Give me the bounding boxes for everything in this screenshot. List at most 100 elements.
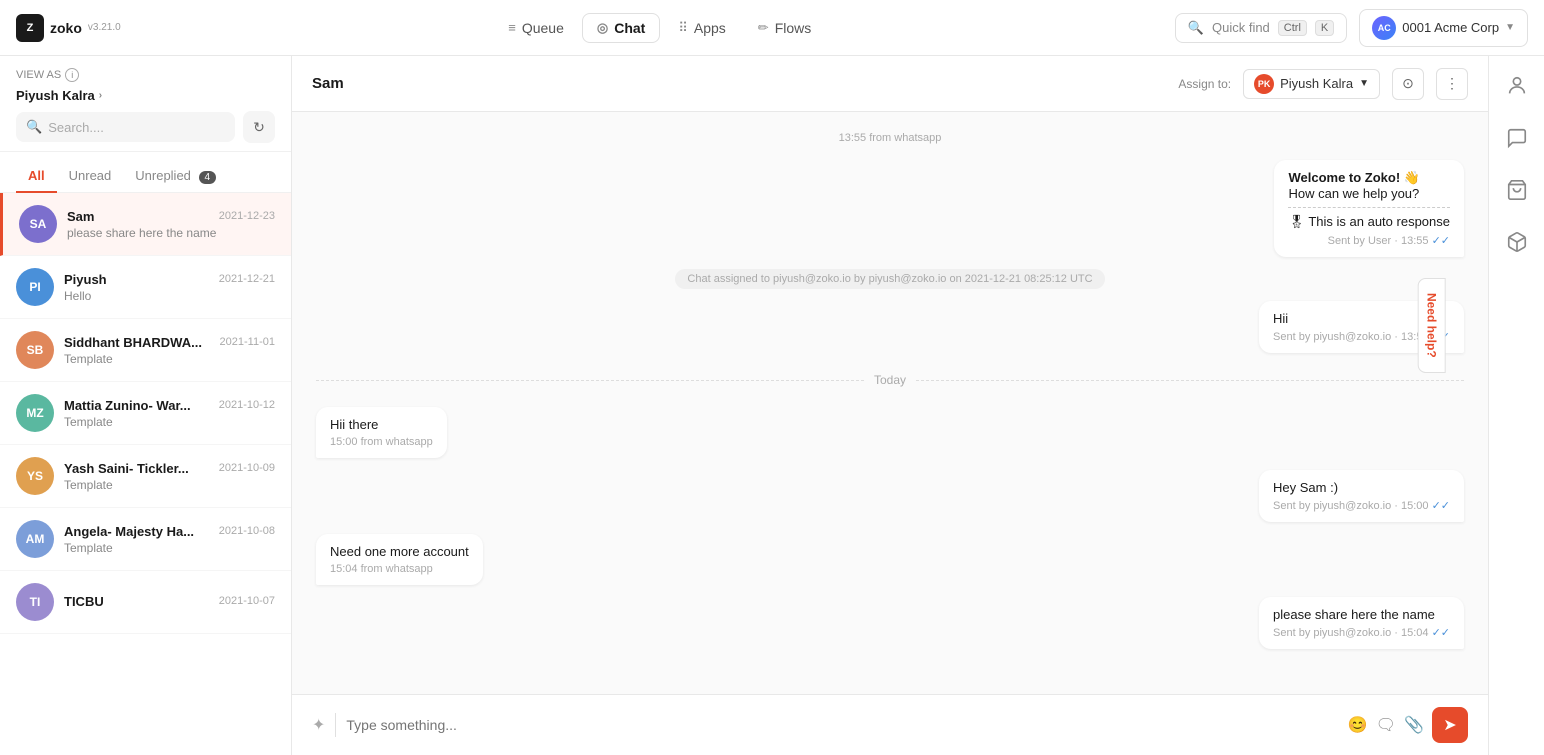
chat-item-angela[interactable]: AM Angela- Majesty Ha... 2021-10-08 Temp… — [0, 508, 291, 571]
chat-item-mattia[interactable]: MZ Mattia Zunino- War... 2021-10-12 Temp… — [0, 382, 291, 445]
nav-flows-label: Flows — [775, 20, 812, 36]
filter-tab-all[interactable]: All — [16, 160, 57, 193]
attachment-icon[interactable]: 📎 — [1404, 715, 1424, 735]
search-icon: 🔍 — [1188, 20, 1204, 36]
chat-date: 2021-10-12 — [219, 399, 275, 411]
chat-date: 2021-11-01 — [220, 336, 275, 348]
chat-date: 2021-12-21 — [219, 273, 275, 285]
view-as-name[interactable]: Piyush Kalra › — [16, 88, 275, 103]
chat-contact-name: Sam — [312, 75, 1166, 92]
message-hey-sam-meta: Sent by piyush@zoko.io · 15:00 ✓✓ — [1273, 499, 1450, 512]
chat-info: Yash Saini- Tickler... 2021-10-09 Templa… — [64, 461, 275, 492]
chat-item-yash[interactable]: YS Yash Saini- Tickler... 2021-10-09 Tem… — [0, 445, 291, 508]
kebab-menu-icon: ⋮ — [1445, 75, 1459, 92]
nav-apps-label: Apps — [694, 20, 726, 36]
assignee-avatar: PK — [1254, 74, 1274, 94]
chat-input[interactable] — [346, 717, 1337, 733]
bubble-divider — [1288, 207, 1450, 208]
message-time-from: 13:55 from whatsapp — [316, 132, 1464, 144]
sidebar-header: VIEW AS i Piyush Kalra › 🔍 Search.... ↻ — [0, 56, 291, 152]
chat-avatar: TI — [16, 583, 54, 621]
chat-info: Piyush 2021-12-21 Hello — [64, 272, 275, 303]
chat-date: 2021-12-23 — [219, 210, 275, 222]
welcome-subtext: How can we help you? — [1288, 186, 1450, 201]
divider-line-left — [316, 380, 864, 381]
nav-queue[interactable]: ≡ Queue — [494, 14, 578, 42]
auto-response-message: Welcome to Zoko! 👋 How can we help you? … — [1274, 160, 1464, 257]
chat-name-row: TICBU 2021-10-07 — [64, 594, 275, 609]
nav-chat-label: Chat — [614, 20, 645, 36]
chat-preview: Template — [64, 541, 275, 555]
quick-find-label: Quick find — [1212, 20, 1270, 35]
ai-sparkle-icon[interactable]: ✦ — [312, 715, 325, 735]
chat-item-siddhant[interactable]: SB Siddhant BHARDWA... 2021-11-01 Templa… — [0, 319, 291, 382]
quick-find-button[interactable]: 🔍 Quick find Ctrl K — [1175, 13, 1347, 43]
chat-info: Angela- Majesty Ha... 2021-10-08 Templat… — [64, 524, 275, 555]
more-options-button[interactable]: ⋮ — [1436, 68, 1468, 100]
right-sidebar — [1488, 56, 1544, 755]
kbd-ctrl: Ctrl — [1278, 20, 1307, 36]
emoji-icon[interactable]: 😊 — [1348, 715, 1368, 735]
account-chevron-icon: ▼ — [1505, 22, 1515, 33]
welcome-text: Welcome to Zoko! 👋 — [1288, 170, 1450, 186]
divider-line-right — [916, 380, 1464, 381]
unreplied-count: 4 — [199, 171, 217, 184]
account-label: 0001 Acme Corp — [1402, 20, 1499, 35]
chat-date: 2021-10-07 — [219, 595, 275, 607]
right-shopping-icon[interactable] — [1499, 172, 1535, 208]
assign-user-button[interactable]: PK Piyush Kalra ▼ — [1243, 69, 1380, 99]
chat-preview: Hello — [64, 289, 275, 303]
sidebar: VIEW AS i Piyush Kalra › 🔍 Search.... ↻ … — [0, 56, 292, 755]
chat-input-area: ✦ 😊 🗨 📎 ➤ — [292, 694, 1488, 755]
search-in-chat-button[interactable]: ⊙ — [1392, 68, 1424, 100]
chat-info: TICBU 2021-10-07 — [64, 594, 275, 611]
refresh-button[interactable]: ↻ — [243, 111, 275, 143]
message-hey-sam: Hey Sam :) Sent by piyush@zoko.io · 15:0… — [1259, 470, 1464, 522]
read-receipt-icon: ✓✓ — [1432, 627, 1450, 639]
right-box-icon[interactable] — [1499, 224, 1535, 260]
chat-list: SA Sam 2021-12-23 please share here the … — [0, 193, 291, 755]
message-share-name-meta: Sent by piyush@zoko.io · 15:04 ✓✓ — [1273, 626, 1450, 639]
auto-response-text: 🎖 This is an auto response — [1288, 214, 1450, 230]
account-button[interactable]: AC 0001 Acme Corp ▼ — [1359, 9, 1528, 47]
assign-to-label: Assign to: — [1178, 77, 1231, 91]
read-receipt-icon: ✓✓ — [1432, 235, 1450, 247]
today-divider: Today — [316, 373, 1464, 387]
need-help-tab[interactable]: Need help? — [1418, 277, 1446, 372]
chat-preview: Template — [64, 415, 275, 429]
filter-tab-unread[interactable]: Unread — [57, 160, 124, 193]
chat-avatar: PI — [16, 268, 54, 306]
nav-apps[interactable]: ⠿ Apps — [664, 14, 739, 42]
message-hii-there: Hii there 15:00 from whatsapp — [316, 407, 447, 458]
chat-main: Sam Assign to: PK Piyush Kalra ▼ ⊙ ⋮ 13:… — [292, 56, 1488, 755]
send-icon: ➤ — [1443, 715, 1456, 735]
send-button[interactable]: ➤ — [1432, 707, 1468, 743]
chat-item-ticbu[interactable]: TI TICBU 2021-10-07 — [0, 571, 291, 634]
chat-name: Mattia Zunino- War... — [64, 398, 191, 413]
right-chat-icon[interactable] — [1499, 120, 1535, 156]
chat-name-row: Sam 2021-12-23 — [67, 209, 275, 224]
note-icon[interactable]: 🗨 — [1376, 715, 1396, 735]
chat-name-row: Yash Saini- Tickler... 2021-10-09 — [64, 461, 275, 476]
magnify-icon: ⊙ — [1402, 75, 1414, 92]
chat-name: Siddhant BHARDWA... — [64, 335, 202, 350]
input-divider — [335, 713, 336, 737]
filter-tabs: All Unread Unreplied 4 — [0, 152, 291, 193]
chat-item-piyush[interactable]: PI Piyush 2021-12-21 Hello — [0, 256, 291, 319]
input-actions: 😊 🗨 📎 ➤ — [1348, 707, 1468, 743]
chat-name-row: Mattia Zunino- War... 2021-10-12 — [64, 398, 275, 413]
right-profile-icon[interactable] — [1499, 68, 1535, 104]
search-row: 🔍 Search.... ↻ — [16, 111, 275, 143]
chat-name-row: Piyush 2021-12-21 — [64, 272, 275, 287]
nav-flows[interactable]: ✏ Flows — [744, 14, 825, 42]
messages-area: 13:55 from whatsapp Welcome to Zoko! 👋 H… — [292, 112, 1488, 694]
message-need-account-meta: 15:04 from whatsapp — [330, 563, 469, 575]
chat-name-row: Siddhant BHARDWA... 2021-11-01 — [64, 335, 275, 350]
message-hii-there-meta: 15:00 from whatsapp — [330, 436, 433, 448]
chat-item-sam[interactable]: SA Sam 2021-12-23 please share here the … — [0, 193, 291, 256]
search-box[interactable]: 🔍 Search.... — [16, 112, 235, 142]
top-navigation: Z zoko v3.21.0 ≡ Queue ◎ Chat ⠿ Apps ✏ F… — [0, 0, 1544, 56]
nav-chat[interactable]: ◎ Chat — [582, 13, 660, 43]
filter-tab-unreplied[interactable]: Unreplied 4 — [123, 160, 228, 193]
chat-info: Sam 2021-12-23 please share here the nam… — [67, 209, 275, 240]
